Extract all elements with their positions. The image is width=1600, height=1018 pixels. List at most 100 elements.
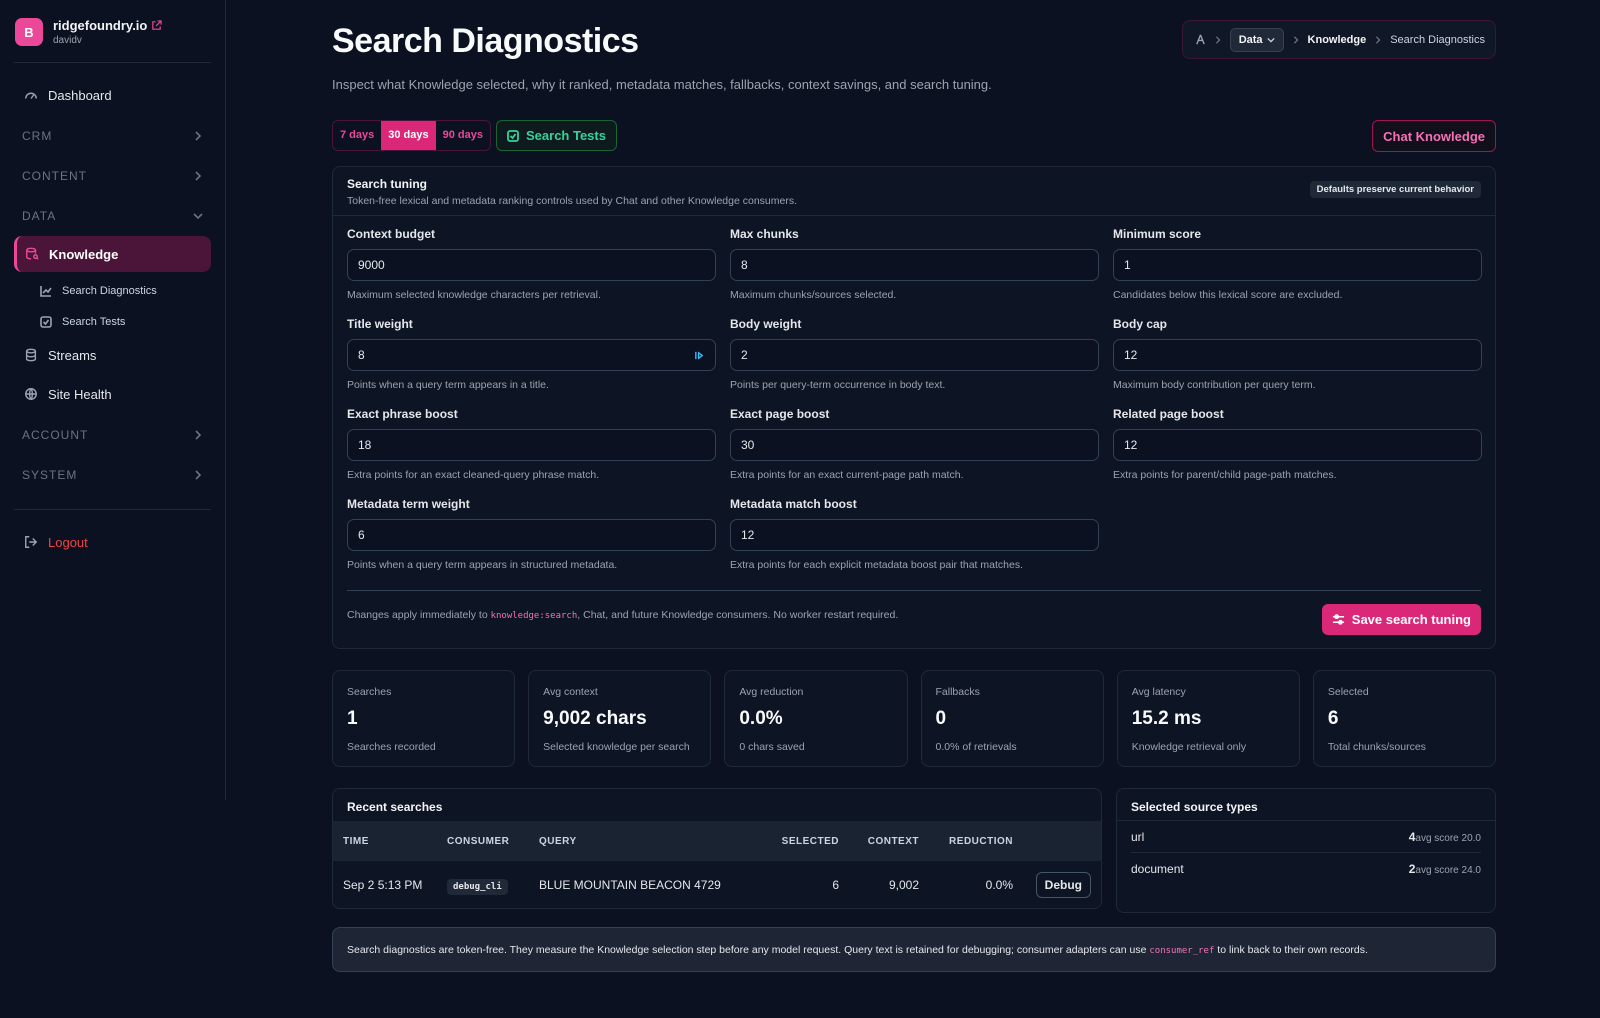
sidebar-section-content[interactable]: CONTENT — [14, 156, 211, 196]
search-tests-button[interactable]: Search Tests — [496, 120, 617, 151]
body-cap-input[interactable]: 12 — [1113, 339, 1482, 371]
body-weight-input[interactable]: 2 — [730, 339, 1099, 371]
chevron-down-icon — [1266, 37, 1275, 43]
sidebar-nav: Dashboard CRM CONTENT DATA Knowledge Sea… — [14, 77, 211, 560]
field-label: Title weight — [347, 317, 413, 331]
page-title: Search Diagnostics — [332, 22, 639, 60]
sidebar-subitem-label: Search Tests — [62, 315, 126, 328]
sidebar-item-streams[interactable]: Streams — [14, 337, 211, 373]
chevron-right-icon — [195, 470, 202, 480]
field-help: Maximum selected knowledge characters pe… — [347, 289, 601, 301]
sidebar-divider — [14, 509, 211, 510]
tuning-footer-note: Changes apply immediately to knowledge:s… — [347, 609, 898, 621]
debug-button[interactable]: Debug — [1035, 871, 1091, 898]
input-value: 12 — [1124, 438, 1138, 452]
sidebar-item-dashboard[interactable]: Dashboard — [14, 77, 211, 113]
sidebar-section-label: DATA — [22, 209, 57, 223]
stat-value: 15.2 ms — [1131, 708, 1202, 729]
max-chunks-input[interactable]: 8 — [730, 249, 1099, 281]
stat-label: Searches — [347, 686, 392, 698]
sidebar-subitem-search-tests[interactable]: Search Tests — [14, 306, 211, 337]
stat-label: Avg latency — [1131, 686, 1186, 698]
metadata-match-boost-input[interactable]: 12 — [730, 519, 1099, 551]
column-header-reduction: REDUCTION — [949, 835, 1013, 847]
field-exact-phrase-boost: Exact phrase boost 18 Extra points for a… — [347, 407, 716, 481]
stat-value: 1 — [347, 708, 358, 729]
sidebar-item-site-health[interactable]: Site Health — [14, 376, 211, 412]
recent-searches-card: Recent searches TIME CONSUMER QUERY SELE… — [332, 788, 1102, 909]
input-value: 8 — [358, 348, 365, 362]
stat-card-avg-context: Avg context 9,002 chars Selected knowled… — [528, 670, 712, 767]
range-90-days[interactable]: 90 days — [436, 121, 490, 150]
chat-knowledge-button[interactable]: Chat Knowledge — [1372, 120, 1496, 152]
sidebar-section-data[interactable]: DATA — [14, 196, 211, 236]
note-text-post: to link back to their own records. — [1214, 943, 1368, 956]
range-30-days[interactable]: 30 days — [381, 121, 436, 150]
breadcrumb-data-dropdown[interactable]: Data — [1229, 27, 1284, 52]
field-label: Context budget — [347, 227, 435, 241]
chevron-right-icon — [195, 131, 202, 141]
sidebar-item-logout[interactable]: Logout — [14, 524, 211, 560]
cell-context: 9,002 — [888, 877, 919, 892]
exact-phrase-boost-input[interactable]: 18 — [347, 429, 716, 461]
chevron-right-icon — [1215, 35, 1221, 44]
brand-logo[interactable]: B — [15, 18, 43, 46]
field-help: Points when a query term appears in a ti… — [347, 379, 549, 391]
field-minimum-score: Minimum score 1 Candidates below this le… — [1113, 227, 1482, 301]
chevron-right-icon — [195, 430, 202, 440]
field-title-weight: Title weight 8 Points when a query term … — [347, 317, 716, 391]
breadcrumb-knowledge[interactable]: Knowledge — [1308, 34, 1367, 46]
exact-page-boost-input[interactable]: 30 — [730, 429, 1099, 461]
stat-subtext: Selected knowledge per search — [543, 741, 690, 753]
sidebar-item-label: Dashboard — [48, 87, 112, 103]
save-search-tuning-button[interactable]: Save search tuning — [1321, 604, 1481, 635]
note-text-pre: Search diagnostics are token-free. They … — [347, 943, 1150, 956]
input-value: 30 — [741, 438, 755, 452]
cursor-handle-icon — [695, 350, 704, 360]
title-weight-input[interactable]: 8 — [347, 339, 716, 371]
stat-card-selected: Selected 6 Total chunks/sources — [1312, 670, 1497, 767]
field-label: Max chunks — [730, 227, 799, 241]
chevron-right-icon — [1293, 35, 1299, 44]
field-label: Exact phrase boost — [347, 407, 458, 421]
sidebar-item-knowledge[interactable]: Knowledge — [14, 236, 211, 272]
stat-value: 0.0% — [739, 708, 783, 729]
field-help: Extra points for an exact cleaned-query … — [347, 469, 600, 481]
metadata-term-weight-input[interactable]: 6 — [347, 519, 716, 551]
field-related-page-boost: Related page boost 12 Extra points for p… — [1113, 407, 1482, 481]
field-max-chunks: Max chunks 8 Maximum chunks/sources sele… — [730, 227, 1099, 301]
selected-source-types-card: Selected source types url 4avg score 20.… — [1116, 788, 1496, 913]
database-icon — [25, 348, 37, 362]
cell-actions: Debug — [1013, 871, 1101, 898]
external-link-icon[interactable] — [151, 20, 163, 31]
field-help: Maximum chunks/sources selected. — [730, 289, 897, 301]
stat-value: 9,002 chars — [543, 708, 647, 729]
sidebar-subitem-search-diagnostics[interactable]: Search Diagnostics — [14, 275, 211, 306]
brand-user: davidv — [53, 35, 82, 46]
field-body-weight: Body weight 2 Points per query-term occu… — [730, 317, 1099, 391]
column-header-selected: SELECTED — [781, 835, 839, 847]
source-type: document — [1131, 862, 1184, 876]
input-value: 6 — [358, 528, 365, 542]
range-7-days[interactable]: 7 days — [333, 121, 381, 150]
context-budget-input[interactable]: 9000 — [347, 249, 716, 281]
table-row: Sep 2 5:13 PM debug_cli BLUE MOUNTAIN BE… — [333, 861, 1101, 908]
brand-name[interactable]: ridgefoundry.io — [53, 18, 163, 33]
sidebar-subitem-label: Search Diagnostics — [62, 284, 157, 297]
input-value: 9000 — [358, 258, 385, 272]
person-icon[interactable] — [1195, 34, 1206, 45]
sidebar-section-account[interactable]: ACCOUNT — [14, 415, 211, 455]
related-page-boost-input[interactable]: 12 — [1113, 429, 1482, 461]
minimum-score-input[interactable]: 1 — [1113, 249, 1482, 281]
field-label: Metadata term weight — [347, 497, 470, 511]
chevron-right-icon — [195, 171, 202, 181]
stat-subtext: Total chunks/sources — [1327, 741, 1426, 753]
sidebar-section-crm[interactable]: CRM — [14, 116, 211, 156]
range-selector: 7 days 30 days 90 days — [332, 120, 491, 151]
breadcrumb-current: Search Diagnostics — [1390, 33, 1485, 46]
defaults-badge: Defaults preserve current behavior — [1309, 181, 1481, 198]
input-value: 18 — [358, 438, 372, 452]
sidebar-section-system[interactable]: SYSTEM — [14, 455, 211, 495]
stat-card-fallbacks: Fallbacks 0 0.0% of retrievals — [920, 670, 1104, 767]
stat-label: Avg reduction — [739, 686, 804, 698]
